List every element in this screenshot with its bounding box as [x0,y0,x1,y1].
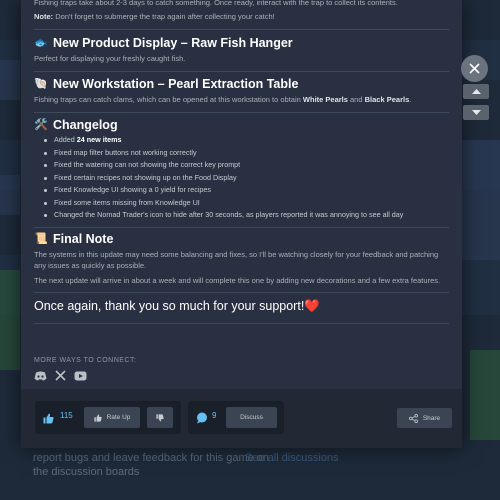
note-paragraph: Note: Don't forget to submerge the trap … [34,11,449,22]
shell-icon: 🐚 [34,78,48,90]
list-item: Fixed some items missing from Knowledge … [42,197,449,210]
rate-up-button[interactable]: Rate Up [84,407,140,428]
comments-group: 9 Discuss [188,401,284,434]
divider [34,29,449,30]
chevron-down-icon [471,110,481,115]
period: . [409,95,412,104]
background-card [0,60,20,100]
pearl-text: Fishing traps can catch clams, which can… [34,95,301,104]
section-title: Changelog [53,118,118,132]
section-title: New Workstation – Pearl Extraction Table [53,77,299,91]
rate-up-label: Rate Up [106,414,131,421]
background-text: the discussion boards [33,466,140,478]
chevron-up-icon [471,89,481,94]
changelog-list: Added 24 new items Fixed map filter butt… [42,134,449,222]
background-link: See all discussions [245,452,339,464]
thanks-text: Once again, thank you so much for your s… [34,298,449,314]
section-heading: 🐟 New Product Display – Raw Fish Hanger [34,35,449,51]
x-icon[interactable] [55,368,66,386]
discuss-label: Discuss [240,414,263,421]
section-text: Fishing traps can catch clams, which can… [34,94,449,105]
list-item: Added 24 new items [42,134,449,147]
social-links [34,368,449,386]
section-heading: 🐚 New Workstation – Pearl Extraction Tab… [34,76,449,92]
likes-count: 115 [60,411,73,420]
section-heading: 📜 Final Note [34,231,449,247]
comment-icon [196,411,208,429]
section-title: New Product Display – Raw Fish Hanger [53,36,293,50]
post-footer: 115 Rate Up 9 Discuss Share [21,389,462,448]
list-item: Changed the Nomad Trader's icon to hide … [42,209,449,222]
white-pearls: White Pearls [302,95,348,104]
divider [34,112,449,113]
black-pearls: Black Pearls [364,95,410,104]
connect-label: MORE WAYS TO CONNECT: [34,356,137,364]
thumbs-up-icon [93,413,102,422]
and-text: and [350,95,363,104]
discuss-button[interactable]: Discuss [226,407,277,428]
section-heading: 🛠️ Changelog [34,117,449,133]
close-icon [469,63,480,74]
section-title: Final Note [53,231,114,246]
background-thumbnail [470,350,500,440]
divider [34,71,449,72]
tools-icon: 🛠️ [34,119,48,131]
heart-icon: ❤️ [304,298,320,313]
next-post-button[interactable] [463,105,489,120]
previous-post-button[interactable] [463,84,489,99]
comments-count: 9 [212,411,217,420]
note-text: Don't forget to submerge the trap again … [55,12,275,21]
share-label: Share [422,414,441,422]
intro-line: Fishing traps take about 2-3 days to cat… [34,0,398,7]
scroll-icon: 📜 [34,232,48,245]
fish-icon: 🐟 [34,37,48,49]
rate-down-button[interactable] [147,407,173,428]
divider [34,226,449,228]
section-text: Perfect for displaying your freshly caug… [34,54,186,63]
background-card [0,175,20,215]
divider [34,291,449,293]
note-label: Note: [34,12,54,21]
list-item: Fixed Knowledge UI showing a 0 yield for… [42,184,449,197]
share-button[interactable]: Share [397,408,452,428]
post-body: Fishing traps take about 2-3 days to cat… [21,0,462,386]
thanks-message: Once again, thank you so much for your s… [34,298,305,313]
rating-group: 115 Rate Up [35,401,181,434]
background-text: report bugs and leave feedback for this … [33,452,270,464]
background-card [462,140,500,260]
list-item: Fixed map filter buttons not working cor… [42,147,449,160]
final-note-paragraph: The systems in this update may need some… [34,249,439,270]
item-prefix: Added [54,135,75,144]
list-item: Fixed the watering can not showing the c… [42,159,449,172]
event-modal: Fishing traps take about 2-3 days to cat… [21,0,462,448]
share-icon [408,413,418,423]
thumbs-up-icon [43,411,54,429]
youtube-icon[interactable] [74,368,87,386]
list-item: Fixed certain recipes not showing up on … [42,172,449,185]
final-note-paragraph: The next update will arrive in about a w… [34,275,441,285]
discord-icon[interactable] [34,368,47,386]
thumbs-down-icon [156,413,164,422]
background-thumbnail [0,270,20,370]
close-button[interactable] [461,55,488,82]
divider [34,322,449,324]
item-bold: 24 new items [76,135,122,144]
